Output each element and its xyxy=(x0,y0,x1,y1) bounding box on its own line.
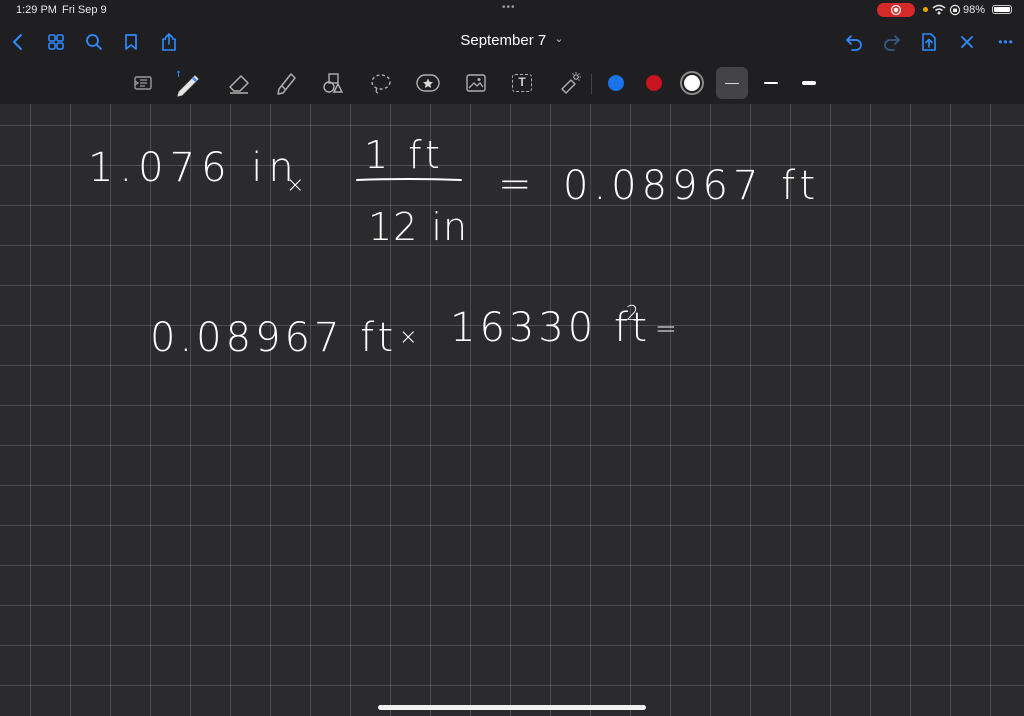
handwriting-line1-times: × xyxy=(286,173,304,198)
multitasking-dots-icon[interactable]: ••• xyxy=(502,2,516,13)
toolbar-divider xyxy=(591,74,592,94)
sticker-star-icon xyxy=(416,74,440,92)
home-indicator[interactable] xyxy=(378,705,646,710)
thick-stroke-icon xyxy=(802,81,816,85)
eraser-icon xyxy=(229,75,249,94)
text-tool-button[interactable]: T xyxy=(506,67,538,99)
record-icon xyxy=(890,4,902,16)
image-icon xyxy=(466,74,486,92)
wifi-icon xyxy=(932,4,946,15)
close-icon xyxy=(961,36,973,48)
laser-pointer-tool-button[interactable] xyxy=(554,67,586,99)
shapes-tool-button[interactable] xyxy=(317,67,349,99)
more-options-button[interactable]: ••• xyxy=(992,30,1020,54)
orientation-lock-icon xyxy=(949,4,961,16)
lasso-icon xyxy=(371,74,391,94)
stroke-width-thick-button[interactable] xyxy=(793,67,825,99)
highlighter-icon xyxy=(277,73,296,95)
color-swatch-red[interactable] xyxy=(638,67,670,99)
handwriting-line1-equals: = xyxy=(498,161,532,207)
app-chrome: 1:29 PM Fri Sep 9 ••• 98% September 7 ⌄ … xyxy=(0,0,1024,104)
handwriting-line1-result: 0.08967 ft xyxy=(563,163,820,209)
thin-stroke-icon xyxy=(725,82,739,84)
handwriting-line2-equals: = xyxy=(655,314,677,344)
redo-button[interactable] xyxy=(880,30,904,54)
image-tool-button[interactable] xyxy=(460,67,492,99)
stroke-width-thin-button[interactable] xyxy=(716,67,748,99)
color-swatch-white[interactable] xyxy=(676,67,708,99)
redo-icon xyxy=(884,35,900,51)
note-canvas[interactable]: 1.076 in × 1 ft 12 in = 0.08967 ft 0.089… xyxy=(0,104,1024,716)
mic-in-use-dot-icon xyxy=(923,7,928,12)
text-box-icon: T xyxy=(512,74,532,92)
color-dot-red-icon xyxy=(646,75,662,91)
handwriting-layer: 1.076 in × 1 ft 12 in = 0.08967 ft 0.089… xyxy=(88,133,820,361)
eraser-tool-button[interactable] xyxy=(223,67,255,99)
pen-icon xyxy=(177,70,199,97)
drawing-toolbar: T xyxy=(0,62,1024,104)
navigation-bar: September 7 ⌄ ••• xyxy=(0,22,1024,62)
pen-tool-button[interactable] xyxy=(172,67,204,99)
medium-stroke-icon xyxy=(764,82,778,84)
status-time: 1:29 PM xyxy=(16,4,57,16)
shapes-icon xyxy=(323,73,344,93)
handwriting-line2-left: 0.08967 ft xyxy=(150,315,397,361)
handwriting-line2-exponent: 2 xyxy=(626,301,639,325)
undo-icon xyxy=(846,35,862,51)
read-mode-icon xyxy=(134,76,152,90)
undo-button[interactable] xyxy=(842,30,866,54)
color-swatch-blue[interactable] xyxy=(600,67,632,99)
laser-pointer-icon xyxy=(561,72,581,94)
battery-icon xyxy=(992,5,1012,14)
handwriting-line2-times: × xyxy=(399,325,417,350)
lasso-tool-button[interactable] xyxy=(365,67,397,99)
handwriting-line1-left: 1.076 in xyxy=(88,145,300,191)
read-only-mode-button[interactable] xyxy=(127,67,159,99)
status-date: Fri Sep 9 xyxy=(62,4,107,16)
elements-tool-button[interactable] xyxy=(412,67,444,99)
stroke-width-medium-button[interactable] xyxy=(755,67,787,99)
battery-level-fill xyxy=(994,7,1010,12)
fraction-bar xyxy=(356,178,462,181)
color-dot-blue-icon xyxy=(608,75,624,91)
screen-recording-indicator[interactable] xyxy=(877,3,915,17)
status-bar: 1:29 PM Fri Sep 9 ••• 98% xyxy=(0,0,1024,20)
document-title: September 7 xyxy=(460,32,547,49)
battery-percent: 98% xyxy=(963,4,986,16)
handwriting-line2-value: 16330 ft xyxy=(450,305,651,351)
add-page-icon xyxy=(922,33,936,51)
title-chevron-down-icon: ⌄ xyxy=(554,33,564,45)
close-button[interactable] xyxy=(955,30,979,54)
highlighter-tool-button[interactable] xyxy=(270,67,302,99)
add-page-button[interactable] xyxy=(917,30,941,54)
handwriting-line1-numerator: 1 ft xyxy=(364,133,444,177)
document-title-button[interactable]: September 7 ⌄ xyxy=(0,32,1024,49)
handwriting-line1-denominator: 12 in xyxy=(368,205,468,249)
color-dot-white-icon xyxy=(684,75,700,91)
